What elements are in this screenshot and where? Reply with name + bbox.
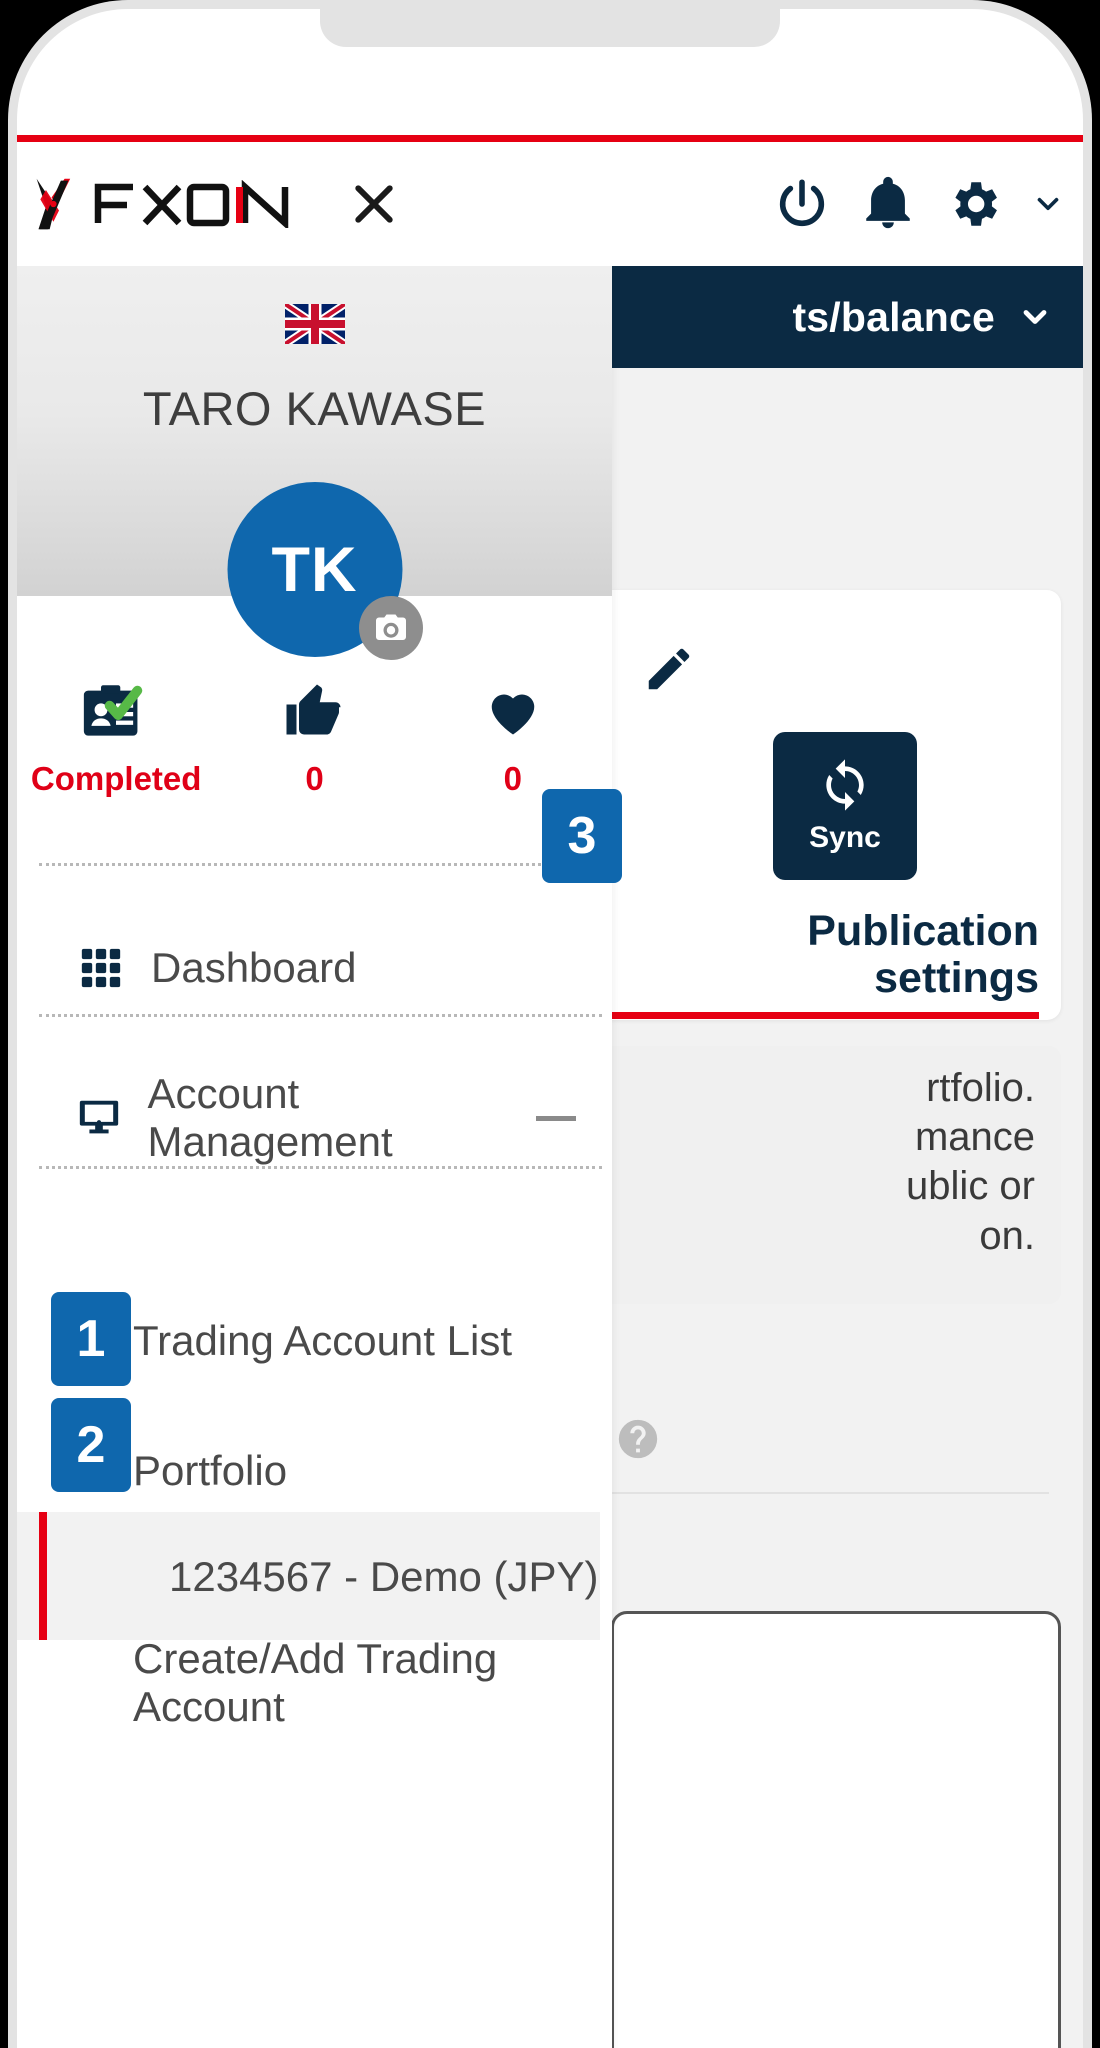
stat-likes[interactable]: 0 [215, 680, 413, 830]
app-header [17, 142, 1083, 266]
step-badge-1: 1 [51, 1292, 131, 1386]
likes-count: 0 [305, 760, 324, 797]
top-accent-rule [17, 135, 1083, 142]
uk-flag-icon[interactable] [284, 304, 345, 344]
sidebar-item-demo-account[interactable]: 1234567 - Demo (JPY) [17, 1532, 612, 1622]
sync-button-label: Sync [809, 821, 881, 854]
header-actions [773, 175, 1083, 233]
avatar-initials: TK [271, 534, 358, 605]
chevron-down-icon [1023, 310, 1047, 324]
favorites-count: 0 [503, 760, 522, 797]
bell-icon[interactable] [859, 175, 917, 233]
collapse-minus-icon[interactable] [536, 1115, 576, 1121]
phone-frame: ts/balance Sync Publication settings rtf… [8, 0, 1092, 2048]
camera-icon [375, 614, 406, 640]
accounts-balance-label: ts/balance [792, 293, 995, 340]
heart-icon [482, 680, 544, 744]
sync-button[interactable]: Sync [773, 732, 917, 880]
sidebar-item-dashboard[interactable]: Dashboard [17, 906, 612, 1030]
monitor-icon [65, 1095, 133, 1141]
close-x-icon[interactable] [347, 177, 401, 231]
profile-name: TARO KAWASE [142, 382, 487, 435]
brand-logo[interactable] [31, 175, 301, 233]
refresh-icon [826, 759, 864, 811]
step-badge-2: 2 [51, 1398, 131, 1492]
divider-2 [39, 1014, 602, 1017]
gear-icon[interactable] [945, 175, 1003, 233]
thumbs-up-icon [283, 680, 345, 744]
side-drawer: TARO KAWASE TK Completed 0 0 Dashboard A… [17, 266, 612, 2048]
sidebar-item-label: Dashboard [151, 944, 357, 991]
pencil-icon[interactable] [642, 642, 696, 696]
profile-stats: Completed 0 0 [17, 680, 612, 830]
section-divider [611, 1492, 1049, 1494]
selected-row-marker [39, 1512, 47, 1640]
sidebar-subitem-label: Portfolio [133, 1447, 288, 1494]
sidebar-item-create-trading-account[interactable]: Create/Add Trading Account [17, 1635, 612, 1730]
id-card-check-icon [81, 680, 151, 744]
sidebar-subitem-label: 1234567 - Demo (JPY) [169, 1553, 599, 1600]
app-screen: ts/balance Sync Publication settings rtf… [17, 135, 1083, 2048]
divider-1 [39, 863, 602, 866]
fxon-wordmark [94, 180, 289, 228]
chevron-down-icon[interactable] [1031, 187, 1065, 221]
phone-notch [320, 9, 780, 47]
sidebar-item-account-management[interactable]: Account Management [17, 1056, 612, 1180]
verification-status: Completed [30, 760, 202, 797]
outlined-panel [611, 1611, 1061, 2048]
sidebar-subitem-label: Trading Account List [133, 1317, 512, 1364]
stat-verification[interactable]: Completed [17, 680, 215, 830]
step-badge-3: 3 [542, 789, 622, 883]
sidebar-subitem-label: Create/Add Trading Account [133, 1635, 498, 1730]
power-icon[interactable] [773, 175, 831, 233]
grid-icon [65, 945, 137, 991]
fxon-logo-mark [36, 178, 71, 230]
divider-3 [39, 1166, 602, 1169]
sidebar-item-label: Account Management [147, 1070, 393, 1165]
help-circle-icon[interactable] [615, 1416, 661, 1462]
avatar-camera-button[interactable] [358, 596, 423, 660]
